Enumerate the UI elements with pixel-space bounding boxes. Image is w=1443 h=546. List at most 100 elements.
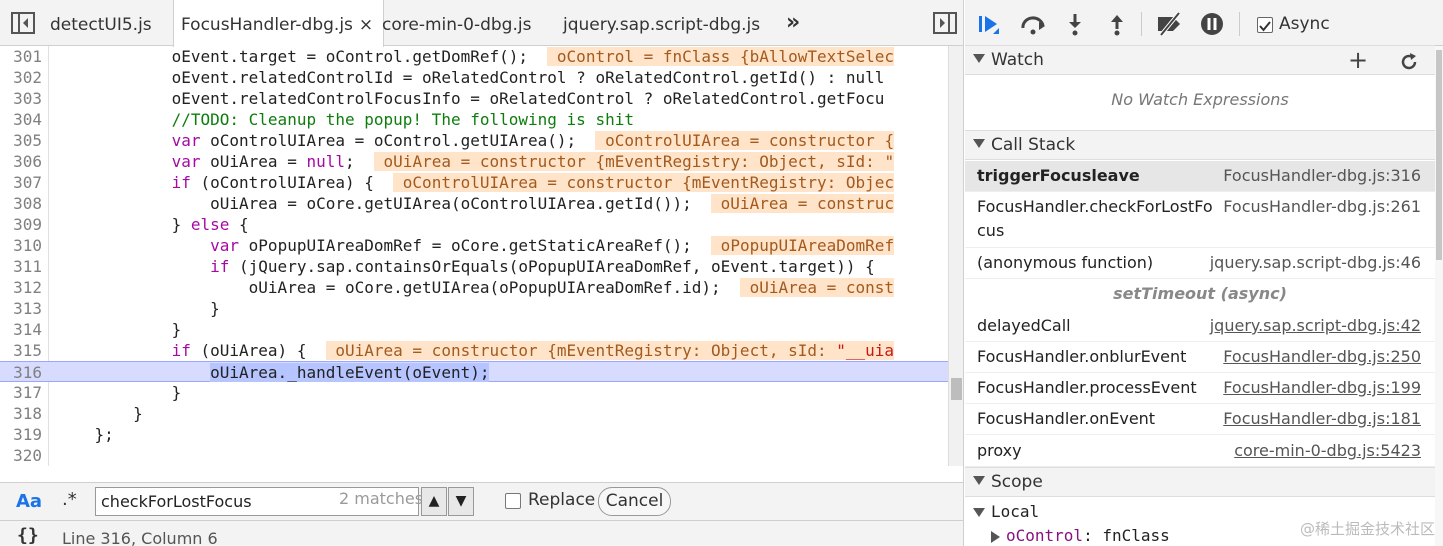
replace-checkbox[interactable] [505, 493, 521, 509]
line-number[interactable]: 317 [0, 382, 44, 403]
code-line[interactable]: 308 oUiArea = oCore.getUIArea(oControlUI… [0, 193, 948, 214]
line-number[interactable]: 305 [0, 130, 44, 151]
tab-jquery-sap-script[interactable]: jquery.sap.script-dbg.js [563, 0, 760, 46]
deactivate-breakpoints-icon[interactable] [1155, 12, 1185, 36]
previous-match-button[interactable]: ▲ [421, 487, 447, 516]
line-number[interactable]: 302 [0, 67, 44, 88]
line-number[interactable]: 316 [0, 362, 44, 383]
step-out-icon[interactable] [1105, 12, 1129, 36]
match-case-toggle[interactable]: Aa [16, 491, 42, 512]
code-line[interactable]: 319 }; [0, 424, 948, 445]
close-icon[interactable]: × [359, 0, 373, 50]
call-frame[interactable]: FocusHandler.onblurEvent FocusHandler-db… [965, 342, 1435, 373]
line-number[interactable]: 320 [0, 445, 44, 466]
scope-variable[interactable]: oControl: fnClass [991, 526, 1170, 545]
code-text: oUiArea = oCore.getUIArea(oPopupUIAreaDo… [56, 278, 895, 297]
line-number[interactable]: 301 [0, 46, 44, 67]
code-line[interactable]: 320 [0, 445, 948, 466]
status-bar: {} Line 316, Column 6 [0, 520, 963, 546]
frame-location[interactable]: FocusHandler-dbg.js:181 [1223, 407, 1421, 431]
code-text: oEvent.target = oControl.getDomRef(); oC… [56, 47, 895, 66]
frame-location[interactable]: jquery.sap.script-dbg.js:42 [1210, 314, 1421, 338]
code-line[interactable]: 301 oEvent.target = oControl.getDomRef()… [0, 46, 948, 67]
line-number[interactable]: 304 [0, 109, 44, 130]
line-number[interactable]: 309 [0, 214, 44, 235]
code-line[interactable]: 302 oEvent.relatedControlId = oRelatedCo… [0, 67, 948, 88]
editor-tab-bar: detectUI5.js FocusHandler-dbg.js × core-m… [0, 0, 963, 50]
cancel-button[interactable]: Cancel [598, 487, 671, 516]
regex-toggle[interactable]: .* [62, 489, 77, 510]
line-number[interactable]: 310 [0, 235, 44, 256]
line-number[interactable]: 313 [0, 298, 44, 319]
next-match-button[interactable]: ▼ [448, 487, 474, 516]
collapse-arrow-icon [991, 530, 1000, 543]
line-number[interactable]: 311 [0, 256, 44, 277]
async-checkbox[interactable] [1257, 17, 1273, 33]
call-frame[interactable]: (anonymous function) jquery.sap.script-d… [965, 248, 1435, 279]
pause-on-exceptions-icon[interactable] [1200, 12, 1224, 36]
toggle-debugger-icon[interactable] [932, 10, 958, 36]
line-number[interactable]: 308 [0, 193, 44, 214]
vertical-scrollbar[interactable] [948, 46, 963, 466]
sidebar-scrollbar[interactable] [1435, 46, 1443, 546]
code-line[interactable]: 304 //TODO: Cleanup the popup! The follo… [0, 109, 948, 130]
code-line-current[interactable]: 316 oUiArea._handleEvent(oEvent); [0, 361, 948, 382]
frame-location[interactable]: jquery.sap.script-dbg.js:46 [1210, 251, 1421, 275]
code-line[interactable]: 314 } [0, 319, 948, 340]
line-number[interactable]: 319 [0, 424, 44, 445]
line-number[interactable]: 315 [0, 340, 44, 361]
watch-title: Watch [991, 50, 1044, 70]
scope-local[interactable]: Local [973, 502, 1039, 521]
code-text: oEvent.relatedControlFocusInfo = oRelate… [56, 89, 885, 108]
call-frame[interactable]: delayedCall jquery.sap.script-dbg.js:42 [965, 311, 1435, 342]
scrollbar-thumb[interactable] [951, 378, 962, 400]
more-tabs-icon[interactable]: » [786, 10, 800, 35]
code-line[interactable]: 315 if (oUiArea) { oUiArea = constructor… [0, 340, 948, 361]
code-line[interactable]: 311 if (jQuery.sap.containsOrEquals(oPop… [0, 256, 948, 277]
code-line[interactable]: 310 var oPopupUIAreaDomRef = oCore.getSt… [0, 235, 948, 256]
line-number[interactable]: 318 [0, 403, 44, 424]
callstack-section-header[interactable]: Call Stack [965, 130, 1435, 160]
code-line[interactable]: 309 } else { [0, 214, 948, 235]
code-line[interactable]: 307 if (oControlUIArea) { oControlUIArea… [0, 172, 948, 193]
toggle-navigator-icon[interactable] [10, 10, 36, 36]
line-number[interactable]: 307 [0, 172, 44, 193]
code-line[interactable]: 305 var oControlUIArea = oControl.getUIA… [0, 130, 948, 151]
code-line[interactable]: 306 var oUiArea = null; oUiArea = constr… [0, 151, 948, 172]
code-line[interactable]: 313 } [0, 298, 948, 319]
tab-focushandler[interactable]: FocusHandler-dbg.js × [173, 0, 385, 50]
scope-section-header[interactable]: Scope [965, 467, 1435, 497]
frame-location[interactable]: core-min-0-dbg.js:5423 [1234, 439, 1421, 463]
call-frame[interactable]: proxy core-min-0-dbg.js:5423 [965, 435, 1435, 467]
pretty-print-icon[interactable]: {} [17, 525, 39, 546]
call-frame[interactable]: FocusHandler.processEvent FocusHandler-d… [965, 373, 1435, 404]
add-watch-icon[interactable]: + [1348, 46, 1368, 74]
step-over-icon[interactable] [1019, 12, 1047, 36]
tab-core-min[interactable]: core-min-0-dbg.js [382, 0, 531, 46]
code-line[interactable]: 318 } [0, 403, 948, 424]
refresh-icon[interactable] [1399, 52, 1419, 72]
frame-location[interactable]: FocusHandler-dbg.js:250 [1223, 345, 1421, 369]
call-frame[interactable]: FocusHandler.onEvent FocusHandler-dbg.js… [965, 404, 1435, 435]
line-number[interactable]: 314 [0, 319, 44, 340]
call-frame[interactable]: triggerFocusleave FocusHandler-dbg.js:31… [965, 161, 1435, 192]
scrollbar-thumb[interactable] [1436, 50, 1442, 260]
frame-location[interactable]: FocusHandler-dbg.js:261 [1223, 195, 1421, 219]
code-line[interactable]: 317 } [0, 382, 948, 403]
code-text: }; [56, 425, 114, 444]
call-frame[interactable]: FocusHandler.checkForLostFo cus FocusHan… [965, 192, 1435, 248]
step-into-icon[interactable] [1063, 12, 1087, 36]
frame-location[interactable]: FocusHandler-dbg.js:199 [1223, 376, 1421, 400]
line-number[interactable]: 303 [0, 88, 44, 109]
code-line[interactable]: 312 oUiArea = oCore.getUIArea(oPopupUIAr… [0, 277, 948, 298]
tab-detectui5[interactable]: detectUI5.js [50, 0, 152, 46]
line-number[interactable]: 306 [0, 151, 44, 172]
resume-icon[interactable] [977, 12, 1001, 36]
line-number[interactable]: 312 [0, 277, 44, 298]
code-editor[interactable]: 301 oEvent.target = oControl.getDomRef()… [0, 46, 963, 466]
code-text: } [56, 404, 143, 423]
frame-location[interactable]: FocusHandler-dbg.js:316 [1223, 164, 1421, 188]
watch-section-header[interactable]: Watch + [965, 45, 1435, 75]
tab-label: core-min-0-dbg.js [382, 15, 532, 35]
code-line[interactable]: 303 oEvent.relatedControlFocusInfo = oRe… [0, 88, 948, 109]
